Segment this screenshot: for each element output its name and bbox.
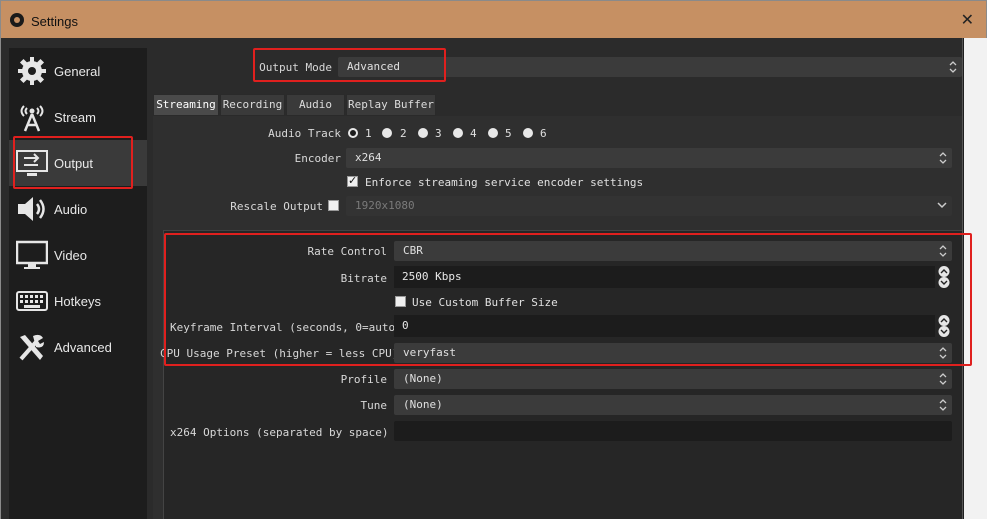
encoder-value: x264 [355, 151, 382, 164]
rescale-output-label: Rescale Output [230, 200, 323, 213]
bitrate-label: Bitrate [340, 272, 387, 285]
keyframe-interval-spinbox[interactable]: 0 [394, 315, 950, 337]
audio-track-option-label: 5 [505, 127, 512, 140]
audio-track-radio-6[interactable] [523, 128, 533, 138]
rescale-resolution-select[interactable]: 1920x1080 [346, 196, 952, 216]
custom-buffer-checkbox[interactable] [395, 296, 406, 307]
sidebar-item-hotkeys[interactable]: Hotkeys [9, 278, 147, 324]
sidebar-item-label: Audio [54, 202, 88, 217]
audio-track-radio-5[interactable] [488, 128, 498, 138]
profile-select[interactable]: (None) [394, 369, 952, 389]
rate-control-value: CBR [403, 244, 423, 257]
rate-control-select[interactable]: CBR [394, 241, 952, 261]
output-icon [16, 150, 48, 176]
sidebar-item-advanced[interactable]: Advanced [9, 324, 147, 370]
close-icon[interactable]: ✕ [961, 10, 974, 29]
sidebar-item-label: Output [54, 156, 94, 171]
audio-track-label: Audio Track [268, 127, 341, 140]
audio-track-radio-4[interactable] [453, 128, 463, 138]
bitrate-spinbox[interactable]: 2500 Kbps [394, 266, 950, 288]
window-edge [962, 38, 987, 519]
output-mode-label: Output Mode [259, 61, 332, 74]
sidebar-item-stream[interactable]: Stream [9, 94, 147, 140]
audio-track-radio-3[interactable] [418, 128, 428, 138]
chevron-down-icon [937, 202, 947, 209]
tab-replay-buffer[interactable]: Replay Buffer [346, 94, 436, 116]
sidebar-item-label: Video [54, 248, 88, 263]
sidebar-item-audio[interactable]: Audio [9, 186, 147, 232]
updown-arrow-icon [939, 373, 947, 385]
updown-arrow-icon [939, 152, 947, 164]
keyframe-interval-value: 0 [402, 319, 409, 332]
custom-buffer-label: Use Custom Buffer Size [412, 296, 558, 309]
enforce-encoder-label: Enforce streaming service encoder settin… [365, 176, 644, 189]
rescale-output-checkbox[interactable] [328, 200, 339, 211]
audio-track-option-label: 1 [365, 127, 372, 140]
title-bar: Settings ✕ [0, 0, 987, 38]
output-mode-value: Advanced [347, 60, 400, 73]
spin-arrows-icon[interactable] [937, 315, 951, 337]
tune-value: (None) [403, 398, 443, 411]
x264-options-label: x264 Options (separated by space) [170, 426, 389, 439]
cpu-preset-value: veryfast [403, 346, 456, 359]
keyboard-icon [16, 291, 48, 311]
profile-value: (None) [403, 372, 443, 385]
tools-icon [19, 334, 44, 361]
audio-track-radio-2[interactable] [382, 128, 392, 138]
broadcast-icon [20, 105, 44, 132]
tab-audio[interactable]: Audio [286, 94, 345, 116]
sidebar-item-label: Hotkeys [54, 294, 101, 309]
audio-track-option-label: 3 [435, 127, 442, 140]
cpu-preset-select[interactable]: veryfast [394, 343, 952, 363]
tab-streaming[interactable]: Streaming [153, 94, 219, 116]
window-title: Settings [31, 14, 78, 29]
sidebar-item-label: Advanced [54, 340, 112, 355]
updown-arrow-icon [939, 347, 947, 359]
bitrate-value: 2500 Kbps [402, 270, 462, 283]
sidebar-item-output[interactable]: Output [9, 140, 147, 186]
x264-options-input[interactable] [394, 421, 952, 441]
encoder-label: Encoder [294, 152, 341, 165]
profile-label: Profile [340, 373, 387, 386]
keyframe-interval-label: Keyframe Interval (seconds, 0=auto) [170, 321, 402, 334]
sidebar-item-label: Stream [54, 110, 96, 125]
updown-arrow-icon [949, 61, 957, 73]
audio-track-option-label: 6 [540, 127, 547, 140]
sidebar-item-video[interactable]: Video [9, 232, 147, 278]
tune-label: Tune [360, 399, 388, 412]
spin-arrows-icon[interactable] [937, 266, 951, 288]
rate-control-label: Rate Control [307, 245, 387, 258]
sidebar-item-label: General [54, 64, 101, 79]
audio-track-option-label: 4 [470, 127, 477, 140]
tab-recording[interactable]: Recording [220, 94, 285, 116]
settings-sidebar: General Stream Output Audio Video Hotkey… [9, 48, 147, 519]
enforce-encoder-checkbox[interactable] [347, 174, 358, 187]
encoder-select[interactable]: x264 [346, 148, 952, 168]
obs-logo-icon [10, 13, 24, 27]
tune-select[interactable]: (None) [394, 395, 952, 415]
output-mode-select[interactable]: Advanced [338, 57, 962, 77]
sidebar-item-general[interactable]: General [9, 48, 147, 94]
cpu-preset-label: CPU Usage Preset (higher = less CPU) [160, 347, 399, 360]
monitor-icon [16, 240, 48, 269]
updown-arrow-icon [939, 399, 947, 411]
rescale-resolution-value: 1920x1080 [355, 199, 415, 212]
audio-track-option-label: 2 [400, 127, 407, 140]
speaker-icon [18, 197, 45, 221]
gear-icon [18, 57, 46, 85]
updown-arrow-icon [939, 245, 947, 257]
audio-track-radio-1[interactable] [348, 128, 358, 138]
